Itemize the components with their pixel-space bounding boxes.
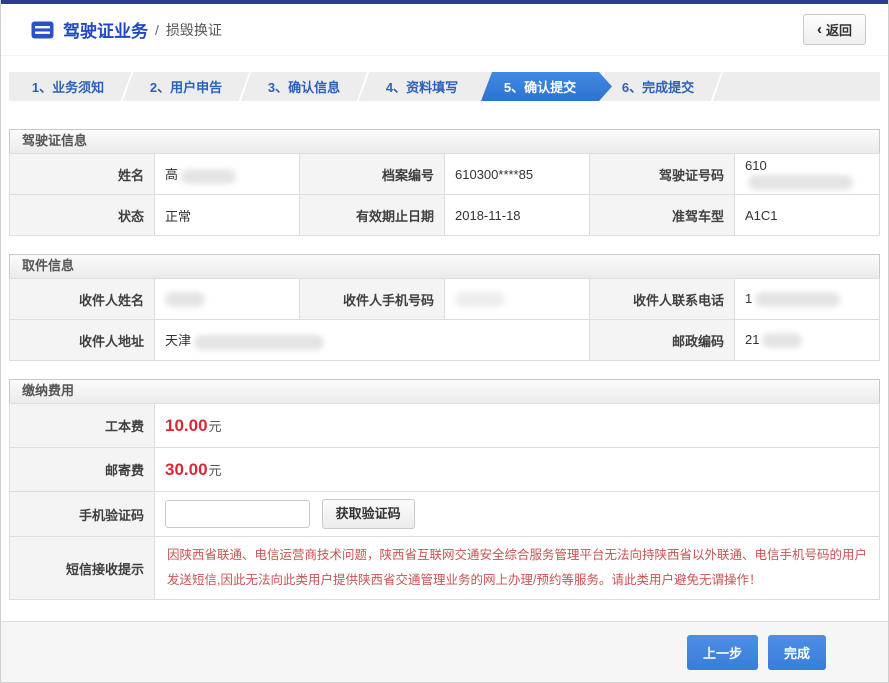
step-3-confirm-info: 3、确认信息: [245, 72, 363, 101]
get-code-button[interactable]: 获取验证码: [322, 499, 415, 529]
redacted-value: [748, 175, 853, 190]
back-button-label: 返回: [826, 20, 852, 39]
sms-notice-cell: 因陕西省联通、电信运营商技术问题，陕西省互联网交通安全综合服务管理平台无法向持陕…: [155, 537, 880, 600]
redacted-value: [455, 292, 505, 307]
table-row: 短信接收提示 因陕西省联通、电信运营商技术问题，陕西省互联网交通安全综合服务管理…: [10, 537, 880, 600]
postage-fee-unit: 元: [209, 463, 222, 478]
recipient-mobile-value: [445, 279, 590, 320]
expiry-value: 2018-11-18: [445, 195, 590, 236]
license-no-value: 610: [735, 154, 880, 195]
production-fee-unit: 元: [209, 419, 222, 434]
redacted-value: [181, 169, 236, 184]
pickup-info-table: 收件人姓名 收件人手机号码 收件人联系电话 1 收件人地址 天津 邮政编码 21: [9, 278, 880, 361]
page: 驾驶证业务 / 损毁换证 ‹ 返回 1、业务须知 2、用户申告 3、确认信息 4…: [0, 0, 889, 683]
step-label: 2、用户申告: [150, 77, 222, 96]
redacted-value: [762, 333, 802, 348]
redacted-value: [165, 292, 205, 307]
step-1-business-notice: 1、业务须知: [9, 72, 127, 101]
recipient-address-label: 收件人地址: [10, 320, 155, 361]
vehicle-class-label: 准驾车型: [590, 195, 735, 236]
production-fee-amount: 10.00: [165, 416, 208, 435]
production-fee-value: 10.00元: [155, 404, 880, 448]
expiry-label: 有效期止日期: [300, 195, 445, 236]
status-label: 状态: [10, 195, 155, 236]
license-no-label: 驾驶证号码: [590, 154, 735, 195]
table-row: 收件人姓名 收件人手机号码 收件人联系电话 1: [10, 279, 880, 320]
recipient-phone-value: 1: [735, 279, 880, 320]
license-info-table: 姓名 高 档案编号 610300****85 驾驶证号码 610 状态 正常 有…: [9, 153, 880, 236]
table-row: 邮寄费 30.00元: [10, 448, 880, 492]
breadcrumb-separator: /: [155, 22, 159, 38]
recipient-name-label: 收件人姓名: [10, 279, 155, 320]
steps-filler: [717, 72, 880, 101]
step-4-fill-data: 4、资料填写: [363, 72, 481, 101]
pickup-info-section: 取件信息 收件人姓名 收件人手机号码 收件人联系电话 1 收件人地址 天津 邮政…: [9, 254, 880, 361]
file-no-value: 610300****85: [445, 154, 590, 195]
sms-code-cell: 获取验证码: [155, 492, 880, 537]
back-button[interactable]: ‹ 返回: [803, 14, 866, 45]
wizard-steps: 1、业务须知 2、用户申告 3、确认信息 4、资料填写 5、确认提交 6、完成提…: [9, 72, 880, 101]
table-row: 手机验证码 获取验证码: [10, 492, 880, 537]
page-title: 驾驶证业务: [63, 17, 148, 42]
previous-step-button[interactable]: 上一步: [687, 635, 758, 670]
postcode-value: 21: [735, 320, 880, 361]
name-label: 姓名: [10, 154, 155, 195]
step-label: 1、业务须知: [32, 77, 104, 96]
status-value: 正常: [155, 195, 300, 236]
production-fee-label: 工本费: [10, 404, 155, 448]
recipient-phone-label: 收件人联系电话: [590, 279, 735, 320]
step-2-user-declaration: 2、用户申告: [127, 72, 245, 101]
name-value: 高: [155, 154, 300, 195]
step-6-complete-submit: 6、完成提交: [599, 72, 717, 101]
section-title-license-info: 驾驶证信息: [9, 129, 880, 153]
recipient-mobile-label: 收件人手机号码: [300, 279, 445, 320]
recipient-address-value: 天津: [155, 320, 590, 361]
postage-fee-amount: 30.00: [165, 460, 208, 479]
sms-notice-text: 因陕西省联通、电信运营商技术问题，陕西省互联网交通安全综合服务管理平台无法向持陕…: [167, 543, 867, 593]
main-content: 1、业务须知 2、用户申告 3、确认信息 4、资料填写 5、确认提交 6、完成提…: [1, 56, 888, 600]
chevron-left-icon: ‹: [817, 22, 822, 37]
table-row: 收件人地址 天津 邮政编码 21: [10, 320, 880, 361]
license-card-icon: [31, 21, 54, 39]
recipient-name-value: [155, 279, 300, 320]
table-row: 工本费 10.00元: [10, 404, 880, 448]
section-title-fees: 缴纳费用: [9, 379, 880, 403]
footer-bar: 上一步 完成: [1, 621, 888, 682]
sms-code-input[interactable]: [165, 500, 310, 528]
postage-fee-value: 30.00元: [155, 448, 880, 492]
fees-table: 工本费 10.00元 邮寄费 30.00元 手机验证码 获取验证码: [9, 403, 880, 600]
license-info-section: 驾驶证信息 姓名 高 档案编号 610300****85 驾驶证号码 610 状…: [9, 129, 880, 236]
postage-fee-label: 邮寄费: [10, 448, 155, 492]
redacted-value: [194, 335, 324, 350]
section-title-pickup-info: 取件信息: [9, 254, 880, 278]
step-label: 5、确认提交: [504, 77, 576, 96]
step-label: 6、完成提交: [622, 77, 694, 96]
page-header: 驾驶证业务 / 损毁换证 ‹ 返回: [1, 4, 888, 56]
table-row: 姓名 高 档案编号 610300****85 驾驶证号码 610: [10, 154, 880, 195]
finish-button[interactable]: 完成: [768, 635, 826, 670]
vehicle-class-value: A1C1: [735, 195, 880, 236]
file-no-label: 档案编号: [300, 154, 445, 195]
step-label: 4、资料填写: [386, 77, 458, 96]
step-5-confirm-submit-active: 5、确认提交: [481, 72, 599, 101]
breadcrumb-current: 损毁换证: [166, 20, 222, 40]
step-label: 3、确认信息: [268, 77, 340, 96]
table-row: 状态 正常 有效期止日期 2018-11-18 准驾车型 A1C1: [10, 195, 880, 236]
sms-notice-label: 短信接收提示: [10, 537, 155, 600]
sms-code-label: 手机验证码: [10, 492, 155, 537]
fees-section: 缴纳费用 工本费 10.00元 邮寄费 30.00元 手机验证码: [9, 379, 880, 600]
postcode-label: 邮政编码: [590, 320, 735, 361]
redacted-value: [755, 292, 840, 307]
